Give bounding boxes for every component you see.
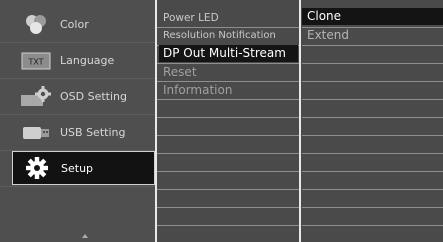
svg-text:TXT: TXT: [27, 57, 43, 66]
osd-menu: Color TXT Language OSD Setting USB Setti…: [0, 0, 443, 242]
submenu-item-reset[interactable]: Reset: [163, 63, 197, 81]
main-menu: Color TXT Language OSD Setting USB Setti…: [0, 0, 155, 242]
row-divider: [302, 171, 443, 172]
row-divider: [157, 189, 299, 190]
usb-icon: [18, 121, 54, 145]
menu-divider: [0, 42, 155, 43]
row-divider: [157, 117, 299, 118]
menu-divider: [0, 78, 155, 79]
submenu: Power LED Resolution Notification DP Out…: [157, 0, 299, 242]
row-divider: [302, 225, 443, 226]
menu-item-label: USB Setting: [60, 126, 126, 139]
menu-item-label: Setup: [61, 161, 94, 175]
row-divider: [157, 207, 299, 208]
gear-icon: [19, 156, 55, 180]
menu-item-label: Language: [60, 54, 115, 67]
option-extend[interactable]: Extend: [307, 26, 349, 44]
row-divider: [302, 99, 443, 100]
row-divider: [302, 207, 443, 208]
menu-item-usb-setting[interactable]: USB Setting: [12, 116, 155, 149]
row-divider: [302, 189, 443, 190]
color-wheel-icon: [18, 13, 54, 37]
submenu-item-information[interactable]: Information: [163, 81, 232, 99]
menu-divider: [0, 114, 155, 115]
menu-item-label: OSD Setting: [60, 90, 127, 103]
option-clone[interactable]: Clone: [307, 7, 341, 25]
osd-gear-icon: [18, 85, 54, 109]
row-divider: [302, 117, 443, 118]
menu-item-label: Color: [60, 18, 89, 31]
row-divider: [302, 135, 443, 136]
menu-item-color[interactable]: Color: [12, 8, 155, 41]
column-divider: [299, 0, 301, 242]
submenu-item-resolution-notification[interactable]: Resolution Notification: [163, 27, 276, 45]
submenu-item-dp-out-multi-stream[interactable]: DP Out Multi-Stream: [163, 44, 286, 62]
row-divider: [157, 99, 299, 100]
menu-divider: [0, 186, 155, 187]
menu-item-language[interactable]: TXT Language: [12, 44, 155, 77]
txt-icon: TXT: [18, 49, 54, 73]
row-divider: [157, 135, 299, 136]
row-divider: [302, 153, 443, 154]
menu-item-setup[interactable]: Setup: [12, 151, 155, 185]
menu-item-osd-setting[interactable]: OSD Setting: [12, 80, 155, 113]
scroll-up-indicator-icon: [12, 226, 155, 242]
row-divider: [157, 225, 299, 226]
row-divider: [302, 45, 443, 46]
submenu-item-power-led[interactable]: Power LED: [163, 9, 219, 27]
row-divider: [302, 63, 443, 64]
row-divider: [302, 81, 443, 82]
row-divider: [157, 153, 299, 154]
row-divider: [157, 171, 299, 172]
options-panel: Clone Extend: [302, 0, 443, 242]
